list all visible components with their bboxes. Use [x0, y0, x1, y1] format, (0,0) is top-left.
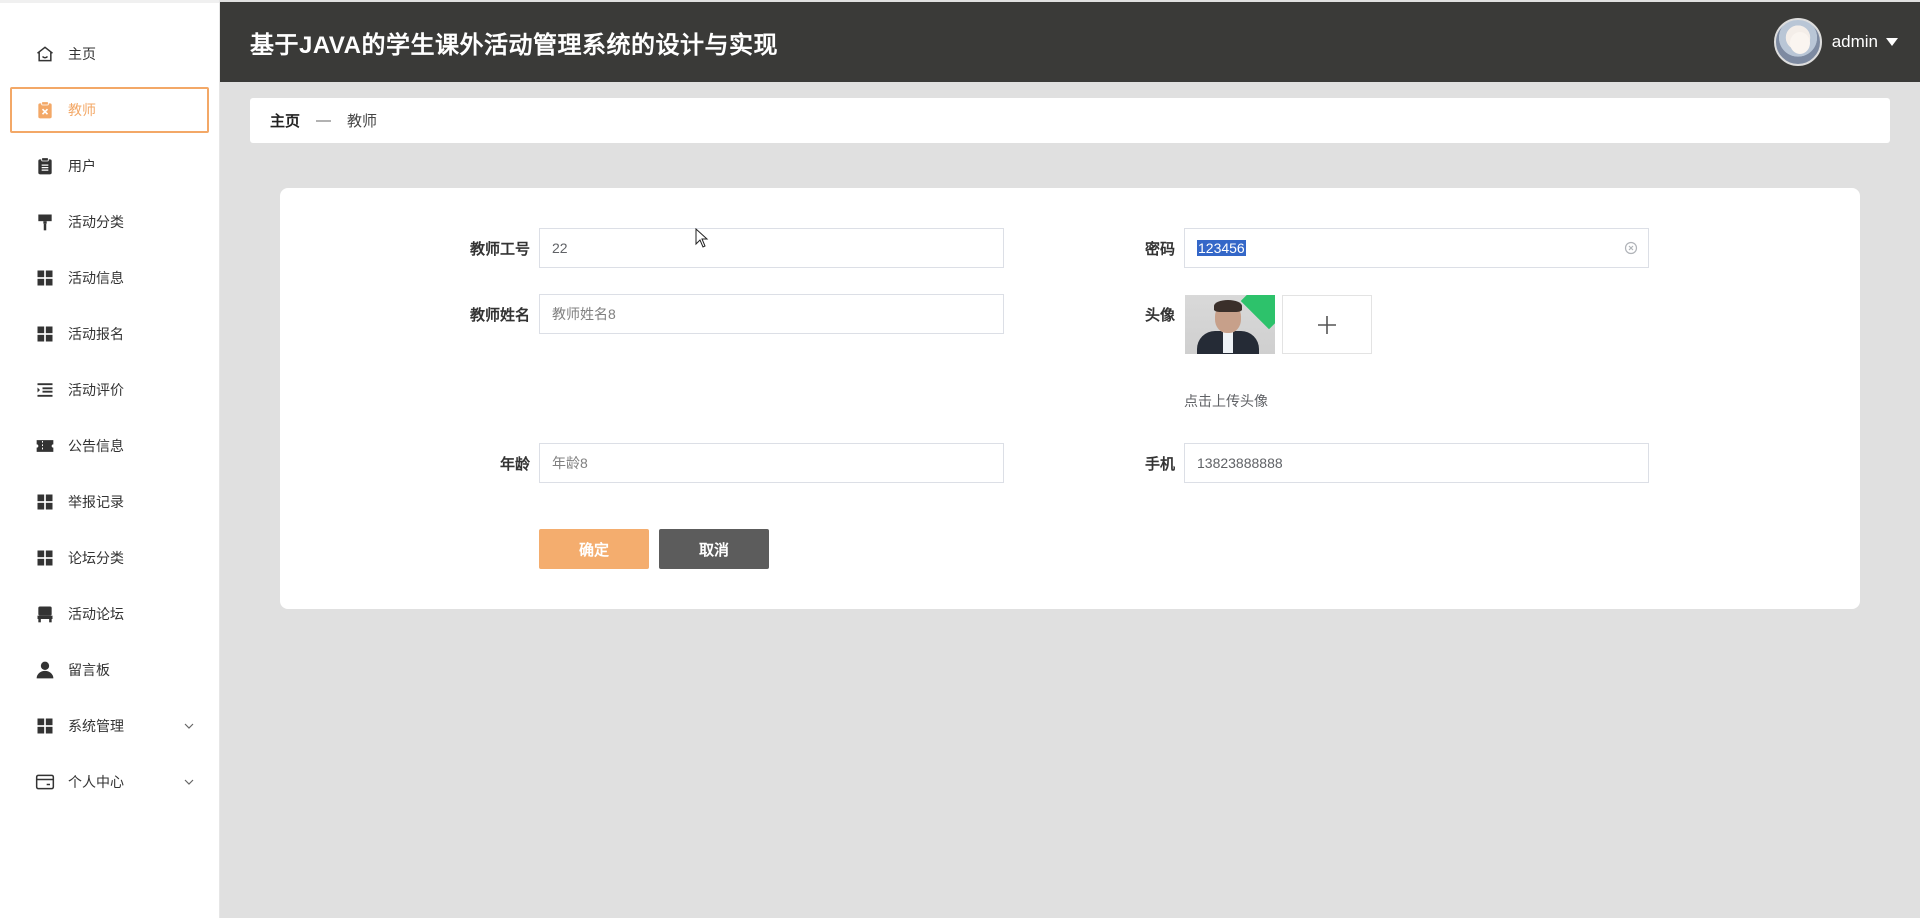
sidebar-item-report-record[interactable]: 举报记录	[10, 479, 209, 525]
teacher-no-value: 22	[552, 240, 568, 256]
avatar-label: 头像	[1144, 307, 1175, 324]
sidebar-item-announcement[interactable]: 公告信息	[10, 423, 209, 469]
teacher-no-label: 教师工号	[469, 241, 530, 258]
sidebar-item-label: 活动信息	[68, 270, 124, 286]
grid-icon	[34, 323, 56, 345]
chevron-down-icon[interactable]	[183, 720, 195, 732]
sidebar-item-home[interactable]: 主页	[10, 31, 209, 77]
upload-hint: 点击上传头像	[1184, 393, 1268, 409]
password-input[interactable]: 123456	[1184, 228, 1649, 268]
password-label: 密码	[1144, 241, 1175, 258]
sidebar-item-label: 活动评价	[68, 382, 124, 398]
mouse-cursor-icon	[695, 228, 709, 248]
sidebar-item-label: 主页	[68, 46, 96, 62]
grid-icon	[34, 547, 56, 569]
sidebar-item-activity-forum[interactable]: 活动论坛	[10, 591, 209, 637]
list-indent-icon	[34, 379, 56, 401]
avatar[interactable]	[1773, 18, 1822, 66]
teacher-name-input[interactable]: 教师姓名8	[539, 294, 1004, 334]
phone-label: 手机	[1144, 456, 1175, 473]
clipboard-icon	[34, 155, 56, 177]
cancel-button[interactable]: 取消	[659, 529, 769, 569]
phone-value: 13823888888	[1197, 455, 1283, 471]
breadcrumb-current: 教师	[347, 113, 378, 130]
grid-icon	[34, 267, 56, 289]
clipboard-x-icon	[34, 99, 56, 121]
breadcrumb-separator: —	[316, 112, 332, 129]
sidebar-item-label: 举报记录	[68, 494, 124, 510]
sidebar-item-personal-center[interactable]: 个人中心	[10, 759, 209, 805]
sidebar-item-label: 留言板	[68, 662, 110, 678]
grid-icon	[34, 491, 56, 513]
caret-down-icon[interactable]	[1886, 38, 1898, 46]
top-header: 基于JAVA的学生课外活动管理系统的设计与实现 admin	[220, 2, 1920, 82]
sidebar-menu: 主页 教师 用户 活动分类 活动信息 活动报名 活动评价 公告信息 举报记录 论…	[0, 3, 219, 805]
sidebar-item-activity-signup[interactable]: 活动报名	[10, 311, 209, 357]
chair-icon	[34, 603, 56, 625]
ticket-icon	[34, 435, 56, 457]
plus-icon	[1318, 315, 1336, 334]
photo-hair	[1214, 300, 1242, 312]
age-placeholder: 年龄8	[552, 455, 588, 471]
phone-input[interactable]: 13823888888	[1184, 443, 1649, 483]
sidebar-item-teacher[interactable]: 教师	[10, 87, 209, 133]
upload-avatar-button[interactable]	[1282, 295, 1372, 354]
sidebar-item-forum-category[interactable]: 论坛分类	[10, 535, 209, 581]
sidebar-item-activity-review[interactable]: 活动评价	[10, 367, 209, 413]
sidebar-item-label: 公告信息	[68, 438, 124, 454]
sidebar-item-activity-info[interactable]: 活动信息	[10, 255, 209, 301]
age-label: 年龄	[499, 456, 530, 473]
app-title: 基于JAVA的学生课外活动管理系统的设计与实现	[250, 31, 778, 59]
clear-icon[interactable]	[1624, 241, 1638, 255]
confirm-button[interactable]: 确定	[539, 529, 649, 569]
grid-icon	[34, 715, 56, 737]
sidebar-item-label: 教师	[68, 102, 96, 118]
sidebar-item-label: 系统管理	[68, 718, 124, 734]
sidebar-item-label: 论坛分类	[68, 550, 124, 566]
sidebar-item-system-management[interactable]: 系统管理	[10, 703, 209, 749]
user-menu[interactable]: admin	[1773, 18, 1898, 66]
home-icon	[34, 43, 56, 65]
age-input[interactable]: 年龄8	[539, 443, 1004, 483]
avatar-preview[interactable]	[1185, 295, 1275, 354]
sidebar-item-label: 活动报名	[68, 326, 124, 342]
sidebar-item-label: 用户	[68, 158, 96, 174]
sidebar: 主页 教师 用户 活动分类 活动信息 活动报名 活动评价 公告信息 举报记录 论…	[0, 0, 220, 918]
sidebar-item-label: 活动分类	[68, 214, 124, 230]
photo-shirt	[1223, 331, 1233, 353]
paint-roller-icon	[34, 211, 56, 233]
teacher-name-placeholder: 教师姓名8	[552, 306, 616, 322]
teacher-no-input[interactable]: 22	[539, 228, 1004, 268]
username[interactable]: admin	[1832, 32, 1878, 52]
sidebar-item-message-board[interactable]: 留言板	[10, 647, 209, 693]
chevron-down-icon[interactable]	[183, 776, 195, 788]
card-icon	[34, 771, 56, 793]
upload-success-badge	[1240, 295, 1275, 330]
teacher-form-card: 教师工号 22 密码 123456 教师姓名 教师姓名8 头像 点击上传头像 年…	[280, 188, 1860, 609]
sidebar-item-label: 个人中心	[68, 774, 124, 790]
user-icon	[34, 659, 56, 681]
password-value: 123456	[1197, 240, 1246, 256]
breadcrumb: 主页 — 教师	[250, 98, 1890, 143]
sidebar-item-label: 活动论坛	[68, 606, 124, 622]
sidebar-item-activity-category[interactable]: 活动分类	[10, 199, 209, 245]
sidebar-item-user[interactable]: 用户	[10, 143, 209, 189]
teacher-name-label: 教师姓名	[469, 307, 530, 324]
breadcrumb-home[interactable]: 主页	[270, 110, 300, 131]
